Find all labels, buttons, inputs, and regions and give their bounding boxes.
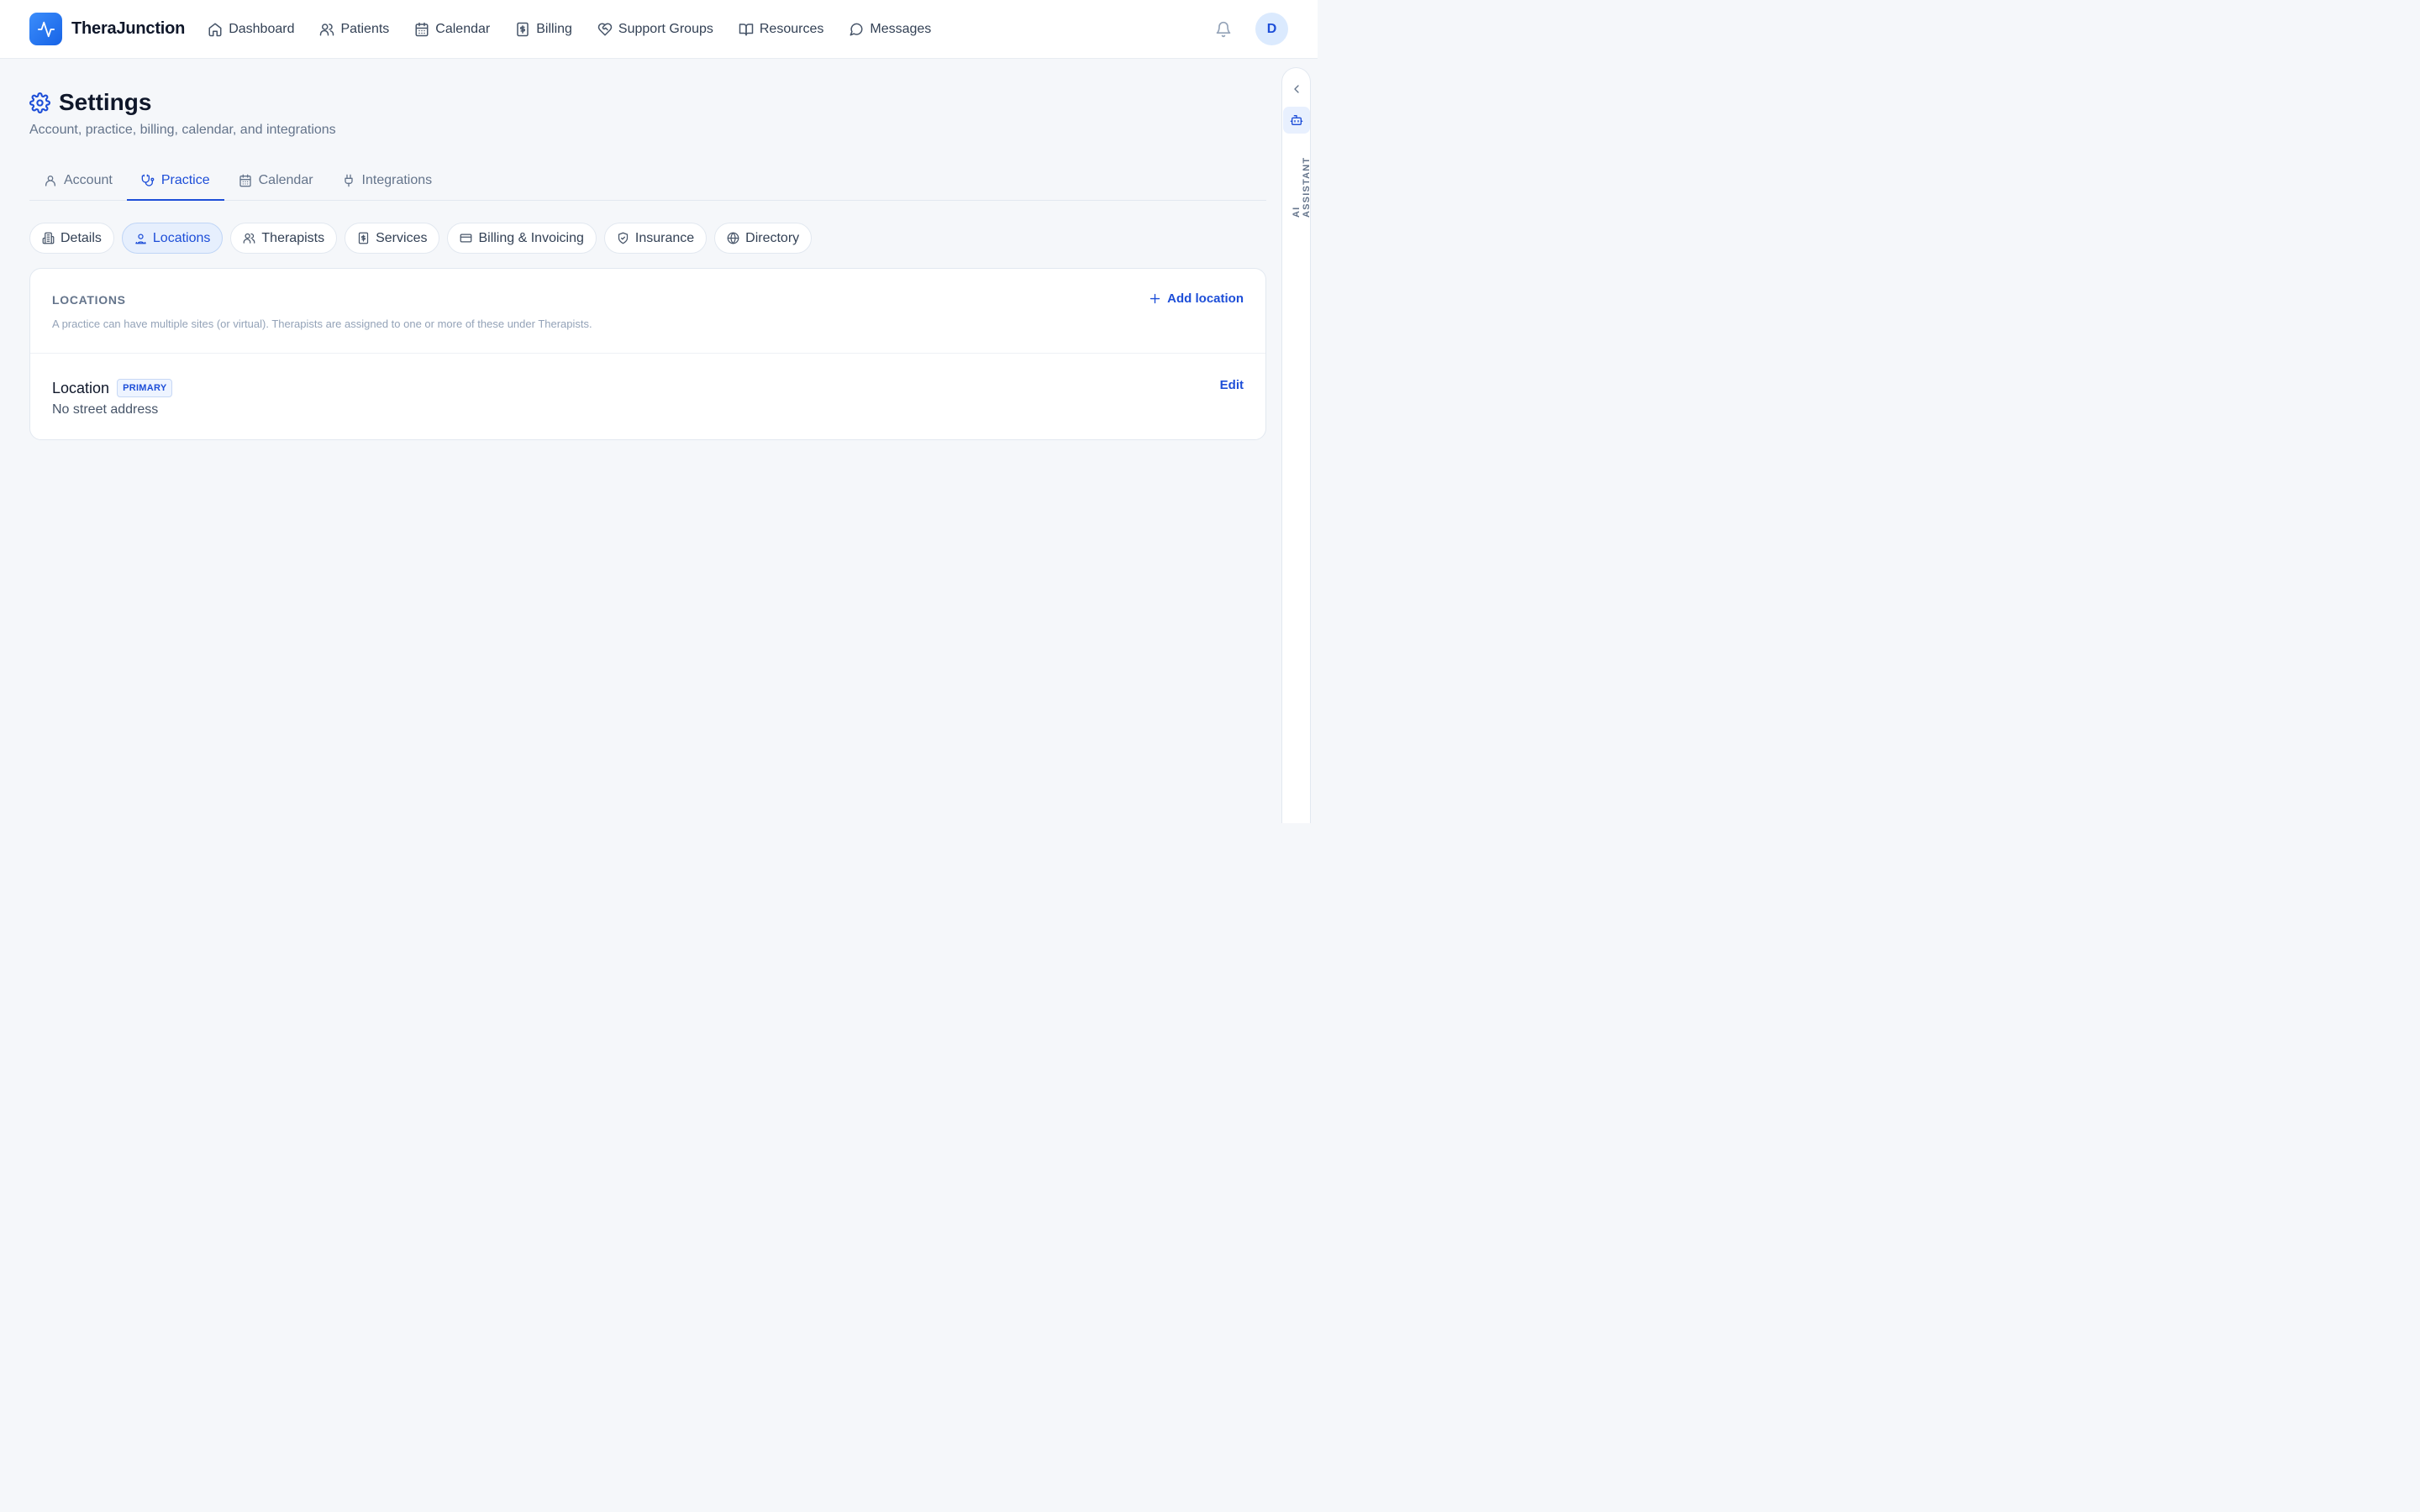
page-header: Settings bbox=[29, 89, 151, 116]
calendar-icon bbox=[239, 174, 251, 187]
nav-item-label: Dashboard bbox=[229, 21, 295, 36]
brand[interactable]: TheraJunction bbox=[29, 13, 185, 45]
ai-assistant-label[interactable]: AI ASSISTANT bbox=[1292, 149, 1312, 218]
subtab-label: Therapists bbox=[261, 230, 325, 245]
subtab-label: Billing & Invoicing bbox=[478, 230, 584, 245]
ai-assistant-toggle[interactable] bbox=[1283, 107, 1310, 134]
calendar-icon bbox=[415, 22, 429, 36]
page-subtitle: Account, practice, billing, calendar, an… bbox=[29, 123, 336, 137]
receipt-icon bbox=[517, 22, 529, 36]
tab-label: Account bbox=[64, 173, 113, 187]
nav-item-label: Billing bbox=[536, 21, 572, 36]
subtab-billing-invoicing[interactable]: Billing & Invoicing bbox=[447, 223, 597, 254]
nav-item-label: Calendar bbox=[435, 21, 491, 36]
globe-icon bbox=[727, 232, 739, 244]
add-location-label: Add location bbox=[1167, 291, 1244, 306]
tab-calendar[interactable]: Calendar bbox=[224, 161, 328, 200]
subtab-therapists[interactable]: Therapists bbox=[230, 223, 338, 254]
ai-assistant-rail: AI ASSISTANT bbox=[1281, 67, 1312, 823]
location-name-row: Location PRIMARY bbox=[52, 379, 173, 397]
activity-icon bbox=[29, 13, 62, 45]
brand-name: TheraJunction bbox=[71, 19, 186, 38]
subtab-label: Insurance bbox=[634, 230, 695, 245]
top-navigation-bar: TheraJunction Dashboard Patients Calenda… bbox=[0, 0, 1318, 59]
nav-item-label: Patients bbox=[340, 21, 390, 36]
locations-card-header: LOCATIONS A practice can have multiple s… bbox=[30, 269, 1265, 354]
edit-location-button[interactable]: Edit bbox=[1220, 378, 1244, 392]
nav-item-label: Support Groups bbox=[618, 21, 713, 36]
nav-item-billing[interactable]: Billing bbox=[507, 13, 581, 46]
subtab-insurance[interactable]: Insurance bbox=[603, 223, 708, 254]
card-title: LOCATIONS bbox=[52, 293, 126, 307]
plug-icon bbox=[344, 174, 353, 187]
gear-icon bbox=[29, 92, 50, 113]
status-badge: PRIMARY bbox=[117, 379, 173, 397]
main-nav: Dashboard Patients Calendar Billing Supp… bbox=[199, 13, 948, 46]
building-icon bbox=[42, 232, 55, 244]
chevron-left-icon[interactable] bbox=[1290, 82, 1303, 96]
subtab-label: Directory bbox=[745, 230, 800, 245]
locations-card: LOCATIONS A practice can have multiple s… bbox=[29, 268, 1266, 440]
bot-icon bbox=[1290, 115, 1303, 125]
nav-item-resources[interactable]: Resources bbox=[730, 13, 832, 46]
subtab-services[interactable]: Services bbox=[345, 223, 440, 254]
tab-account[interactable]: Account bbox=[29, 161, 127, 200]
avatar[interactable]: D bbox=[1255, 13, 1288, 45]
nav-item-dashboard[interactable]: Dashboard bbox=[199, 13, 302, 46]
users-icon bbox=[244, 233, 255, 244]
heart-handshake-icon bbox=[597, 23, 613, 35]
header-actions: D bbox=[1215, 13, 1288, 45]
nav-item-support-groups[interactable]: Support Groups bbox=[589, 13, 722, 46]
tab-label: Calendar bbox=[258, 173, 313, 187]
subtab-label: Details bbox=[60, 230, 102, 245]
user-icon bbox=[45, 176, 55, 186]
plus-icon bbox=[1150, 293, 1160, 304]
settings-tabs: Account Practice Calendar Integrations bbox=[29, 161, 1266, 201]
subtab-directory[interactable]: Directory bbox=[714, 223, 813, 254]
tab-label: Practice bbox=[160, 173, 210, 187]
credit-card-icon bbox=[460, 234, 472, 243]
map-pin-user-icon bbox=[135, 234, 146, 244]
nav-item-label: Resources bbox=[759, 21, 824, 36]
shield-check-icon bbox=[618, 232, 628, 244]
nav-item-patients[interactable]: Patients bbox=[311, 13, 397, 46]
page-title: Settings bbox=[59, 89, 152, 115]
subtab-label: Locations bbox=[152, 230, 211, 245]
tab-integrations[interactable]: Integrations bbox=[328, 161, 447, 200]
book-open-icon bbox=[739, 23, 754, 35]
location-name: Location bbox=[52, 379, 110, 396]
practice-subtabs: Details Locations Therapists Services Bi… bbox=[29, 223, 813, 254]
receipt-icon bbox=[358, 232, 369, 244]
card-description: A practice can have multiple sites (or v… bbox=[52, 318, 592, 330]
bell-icon[interactable] bbox=[1215, 21, 1232, 38]
nav-item-calendar[interactable]: Calendar bbox=[406, 13, 498, 46]
subtab-locations[interactable]: Locations bbox=[121, 223, 224, 254]
nav-item-messages[interactable]: Messages bbox=[840, 13, 939, 46]
subtab-label: Services bbox=[376, 230, 428, 245]
tab-practice[interactable]: Practice bbox=[126, 161, 224, 201]
users-icon bbox=[320, 23, 334, 35]
location-address: No street address bbox=[52, 402, 159, 417]
tab-label: Integrations bbox=[361, 173, 433, 187]
subtab-details[interactable]: Details bbox=[29, 223, 114, 254]
add-location-button[interactable]: Add location bbox=[1149, 291, 1244, 306]
nav-item-label: Messages bbox=[870, 21, 932, 36]
stethoscope-icon bbox=[141, 174, 155, 186]
home-icon bbox=[208, 23, 222, 36]
message-circle-icon bbox=[850, 23, 863, 35]
list-item: Location PRIMARY No street address Edit bbox=[30, 354, 1265, 439]
